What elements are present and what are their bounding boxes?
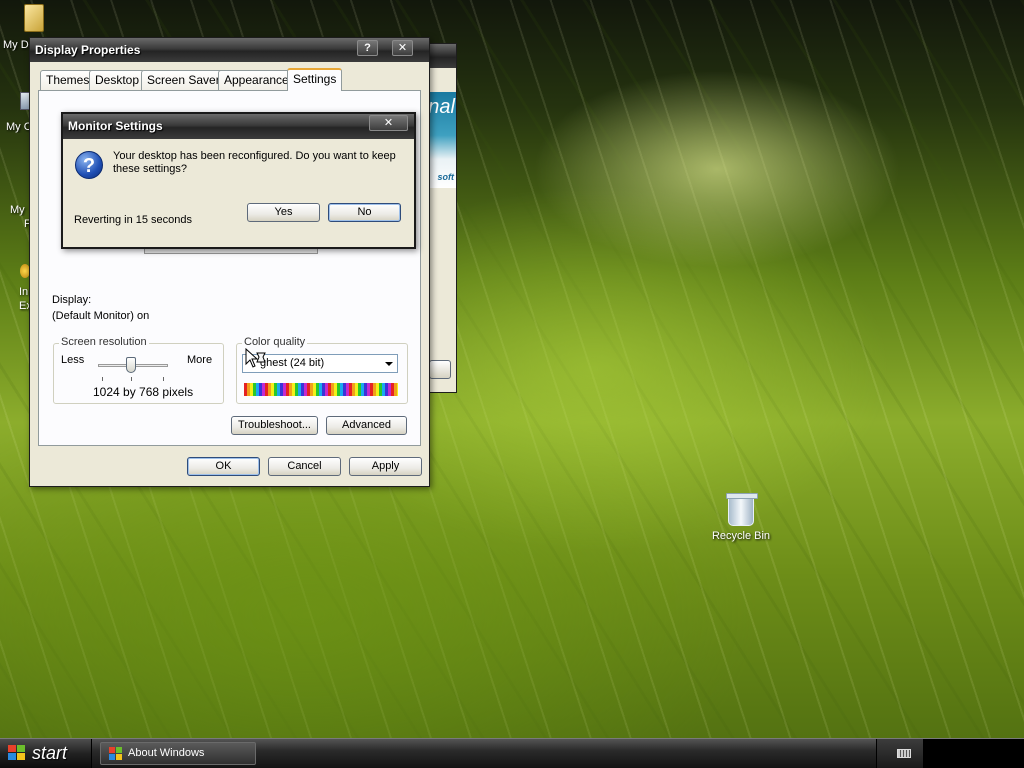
color-spectrum-bar xyxy=(244,383,398,396)
desktop-icon-recycle-bin[interactable]: Recycle Bin xyxy=(706,493,776,542)
chevron-down-icon[interactable] xyxy=(385,362,393,366)
advanced-button[interactable]: Advanced xyxy=(326,416,407,435)
yes-button[interactable]: Yes xyxy=(247,203,320,222)
banner-text: nal xyxy=(429,96,455,118)
color-quality-label: Color quality xyxy=(242,336,308,348)
background-window-banner: nal soft xyxy=(429,92,456,188)
tab-screen-saver[interactable]: Screen Saver xyxy=(141,70,226,90)
monitor-settings-titlebar[interactable]: Monitor Settings ✕ xyxy=(63,114,414,139)
resolution-value: 1024 by 768 pixels xyxy=(93,385,194,399)
taskbar-item-about-windows[interactable]: About Windows xyxy=(100,742,256,765)
countdown-text: Reverting in 15 seconds xyxy=(74,214,193,226)
taskbar: start About Windows xyxy=(0,738,1024,768)
start-label: start xyxy=(32,743,68,763)
screen-resolution-label: Screen resolution xyxy=(59,336,149,348)
desktop-icon-label: Recycle Bin xyxy=(711,530,771,542)
tab-themes[interactable]: Themes xyxy=(40,70,96,90)
slider-tick xyxy=(131,377,132,381)
dialog-message: Your desktop has been reconfigured. Do y… xyxy=(113,150,396,175)
tab-appearance[interactable]: Appearance xyxy=(218,70,295,90)
display-value: (Default Monitor) on xyxy=(52,310,150,322)
dialog-title: Monitor Settings xyxy=(68,119,163,133)
start-button[interactable]: start xyxy=(0,739,92,768)
troubleshoot-button[interactable]: Troubleshoot... xyxy=(231,416,318,435)
monitor-settings-dialog: Monitor Settings ✕ ? Your desktop has be… xyxy=(61,112,416,249)
resolution-slider-thumb[interactable] xyxy=(126,357,136,373)
resolution-less-label: Less xyxy=(61,354,85,366)
slider-tick xyxy=(163,377,164,381)
keyboard-icon[interactable] xyxy=(897,749,911,758)
system-tray xyxy=(876,739,1024,768)
ok-button[interactable]: OK xyxy=(187,457,260,476)
windows-logo-icon xyxy=(8,745,26,761)
resolution-more-label: More xyxy=(187,354,213,366)
window-title: Display Properties xyxy=(35,43,141,57)
close-button[interactable]: ✕ xyxy=(392,40,413,56)
tab-desktop[interactable]: Desktop xyxy=(89,70,146,90)
close-button[interactable]: ✕ xyxy=(369,115,408,131)
banner-subtext: soft xyxy=(437,172,455,182)
display-label: Display: xyxy=(52,294,92,306)
no-button[interactable]: No xyxy=(328,203,401,222)
display-properties-titlebar[interactable]: Display Properties ? ✕ xyxy=(30,38,429,62)
question-icon: ? xyxy=(75,151,103,179)
recycle-bin-icon xyxy=(726,493,758,526)
tray-clock-area xyxy=(923,739,1024,768)
cancel-button[interactable]: Cancel xyxy=(268,457,341,476)
slider-tick xyxy=(102,377,103,381)
taskbar-item-label: About Windows xyxy=(128,747,205,759)
help-button[interactable]: ? xyxy=(357,40,378,56)
apply-button[interactable]: Apply xyxy=(349,457,422,476)
desktop-icon-label: My D xyxy=(3,39,29,51)
cursor-icon xyxy=(245,348,266,368)
folder-icon xyxy=(24,4,44,32)
tab-settings[interactable]: Settings xyxy=(287,68,343,91)
windows-logo-icon xyxy=(109,747,123,760)
background-window-button[interactable] xyxy=(429,360,451,379)
